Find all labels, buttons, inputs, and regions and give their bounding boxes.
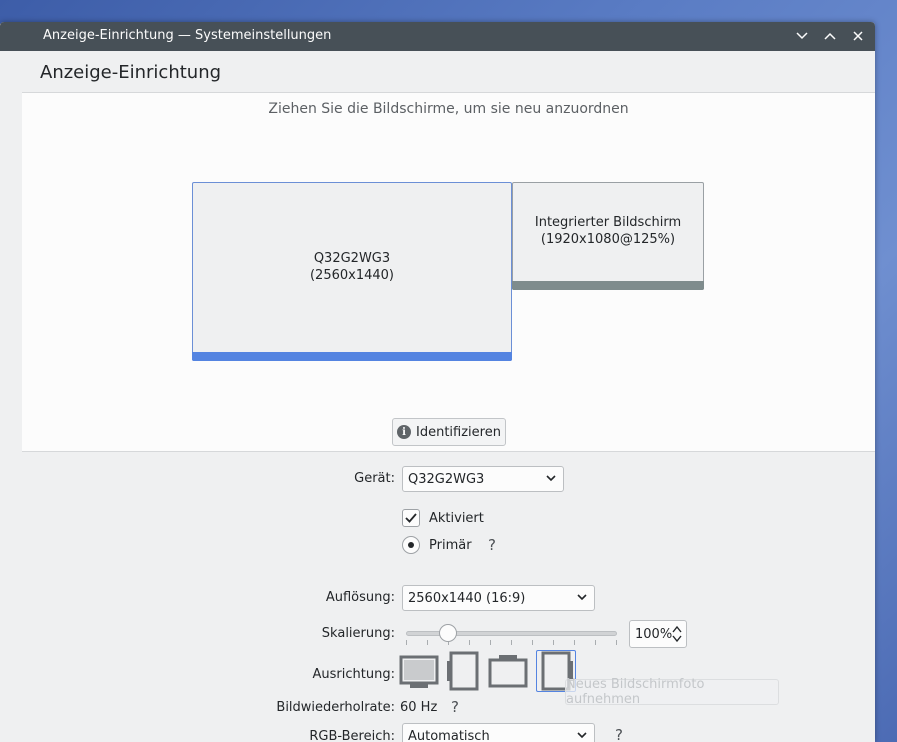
- screen-q32g2wg3[interactable]: Q32G2WG3 (2560x1440): [192, 182, 512, 361]
- identify-label: Identifizieren: [416, 424, 501, 440]
- chevron-down-icon: [796, 32, 808, 40]
- rgb-range-select[interactable]: Automatisch: [402, 723, 595, 742]
- title-bar[interactable]: Anzeige-Einrichtung — Systemeinstellunge…: [0, 22, 875, 51]
- chevron-down-icon: [577, 732, 587, 739]
- close-icon: [853, 31, 863, 41]
- scale-label: Skalierung:: [321, 626, 395, 641]
- portrait-display-icon: [447, 651, 479, 691]
- screen-detail: (2560x1440): [309, 267, 394, 283]
- secondary-screen-bar: [512, 281, 704, 290]
- info-icon: i: [397, 425, 412, 439]
- scale-slider-ticks: [406, 640, 617, 646]
- tooltip: Neues Bildschirmfoto aufnehmen: [565, 677, 779, 707]
- screen-name: Q32G2WG3: [313, 250, 391, 266]
- close-button[interactable]: [847, 26, 869, 46]
- maximize-button[interactable]: [819, 26, 841, 46]
- flipped-display-icon: [488, 655, 528, 688]
- scale-slider-track[interactable]: [406, 631, 617, 636]
- settings-window: Anzeige-Einrichtung — Systemeinstellunge…: [0, 22, 875, 742]
- chevron-up-icon: [824, 32, 836, 40]
- identify-button[interactable]: i Identifizieren: [392, 418, 506, 446]
- chevron-down-icon: [577, 594, 587, 601]
- chevron-down-icon: [546, 475, 556, 482]
- resolution-value: 2560x1440 (16:9): [408, 590, 526, 606]
- radio-dot: [408, 542, 414, 548]
- landscape-display-icon: [399, 655, 439, 688]
- screen-label: Q32G2WG3 (2560x1440): [310, 250, 394, 284]
- device-select[interactable]: Q32G2WG3: [402, 466, 564, 492]
- refresh-help-icon[interactable]: ?: [451, 698, 459, 716]
- primary-radio[interactable]: [402, 536, 420, 554]
- window-controls: [791, 26, 869, 46]
- enabled-checkbox[interactable]: [402, 509, 420, 527]
- orientation-portrait-left-button[interactable]: [444, 650, 484, 692]
- device-label: Gerät:: [354, 471, 395, 486]
- rgb-range-value: Automatisch: [408, 728, 490, 742]
- orientation-flipped-button[interactable]: [488, 650, 528, 692]
- display-settings-form: Gerät: Q32G2WG3 Aktiviert Primär ? Auflö…: [22, 452, 875, 742]
- resolution-select[interactable]: 2560x1440 (16:9): [402, 585, 595, 611]
- enabled-label: Aktiviert: [429, 511, 484, 526]
- screen-detail: (1920x1080@125%): [540, 232, 676, 247]
- checkmark-icon: [405, 513, 417, 523]
- rgb-range-label: RGB-Bereich:: [309, 729, 395, 742]
- refresh-rate-value: 60 Hz: [400, 700, 438, 715]
- screen-name: Integrierter Bildschirm: [534, 215, 682, 230]
- primary-help-icon[interactable]: ?: [488, 536, 496, 554]
- window-title: Anzeige-Einrichtung — Systemeinstellunge…: [43, 28, 332, 43]
- resolution-label: Auflösung:: [325, 590, 395, 605]
- primary-label: Primär: [429, 538, 472, 553]
- refresh-rate-label: Bildwiederholrate:: [276, 700, 395, 715]
- orientation-landscape-button[interactable]: [399, 650, 439, 692]
- spin-arrows-icon[interactable]: [672, 624, 682, 644]
- page-title: Anzeige-Einrichtung: [40, 62, 222, 83]
- minimize-button[interactable]: [791, 26, 813, 46]
- device-value: Q32G2WG3: [408, 471, 485, 487]
- arrangement-hint: Ziehen Sie die Bildschirme, um sie neu a…: [268, 101, 629, 117]
- page-header: Anzeige-Einrichtung: [22, 51, 875, 93]
- scale-value: 100%: [635, 626, 673, 642]
- primary-screen-bar: [192, 352, 512, 361]
- screen-label: Integrierter Bildschirm (1920x1080@125%): [535, 214, 681, 248]
- screen-arrangement-area: Ziehen Sie die Bildschirme, um sie neu a…: [22, 93, 875, 452]
- orientation-label: Ausrichtung:: [312, 667, 395, 682]
- rgb-help-icon[interactable]: ?: [615, 726, 623, 742]
- scale-spinbox[interactable]: 100%: [629, 620, 687, 648]
- screen-integrated[interactable]: Integrierter Bildschirm (1920x1080@125%): [512, 182, 704, 290]
